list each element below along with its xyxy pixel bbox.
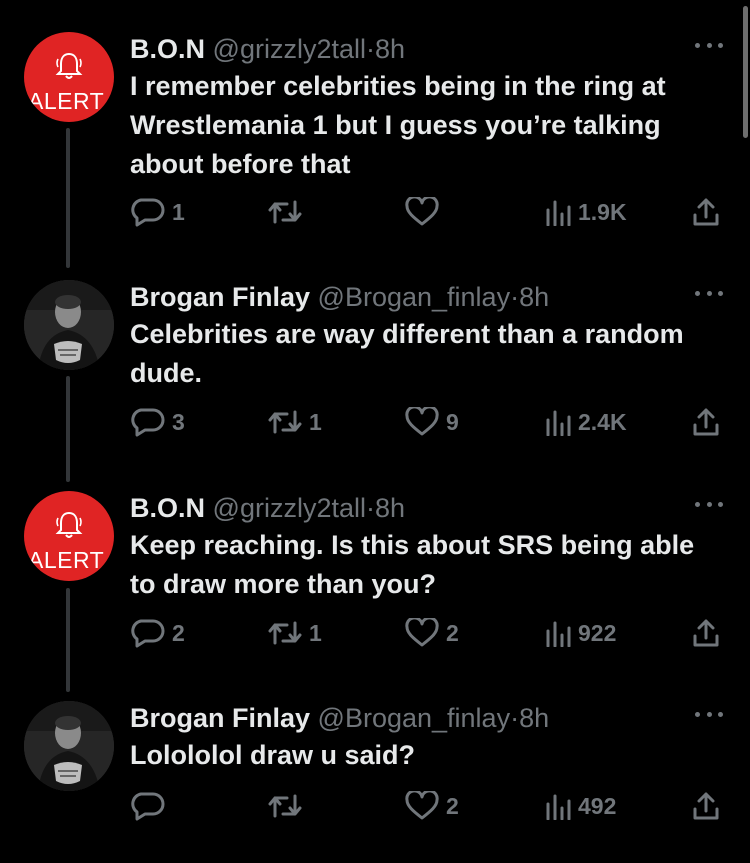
retweet-icon — [268, 794, 302, 818]
reply-button[interactable]: 3 — [131, 404, 185, 440]
share-button[interactable] — [692, 404, 720, 440]
avatar[interactable]: ALERT — [24, 32, 114, 122]
tweet-actions: 2 1 2 922 — [0, 615, 750, 651]
reply-button[interactable]: 1 — [131, 194, 185, 230]
share-icon — [693, 198, 719, 226]
reply-icon — [131, 408, 165, 437]
tweet-header: Brogan Finlay @Brogan_finlay·8h — [130, 701, 549, 735]
display-name[interactable]: B.O.N — [130, 34, 205, 64]
like-button[interactable] — [405, 194, 446, 230]
tweet-text: I remember celebrities being in the ring… — [130, 71, 666, 179]
reply-button[interactable] — [131, 788, 172, 824]
retweet-icon — [268, 621, 302, 645]
timestamp[interactable]: 8h — [519, 282, 549, 312]
tweet[interactable]: ALERT B.O.N @grizzly2tall·8h Keep reachi… — [0, 491, 750, 691]
views-button[interactable]: 922 — [545, 615, 616, 651]
more-icon[interactable] — [695, 709, 723, 719]
retweet-icon — [268, 410, 302, 434]
tweet-actions: 3 1 9 2.4K — [0, 404, 750, 440]
reply-icon — [131, 198, 165, 227]
like-count: 2 — [446, 792, 459, 819]
views-count: 2.4K — [578, 408, 627, 435]
views-icon — [546, 621, 571, 647]
reply-icon — [131, 792, 165, 821]
more-icon[interactable] — [695, 40, 723, 50]
views-button[interactable]: 2.4K — [545, 404, 627, 440]
display-name[interactable]: B.O.N — [130, 493, 205, 523]
tweet[interactable]: Brogan Finlay @Brogan_finlay·8h Celebrit… — [0, 280, 750, 480]
share-button[interactable] — [692, 194, 720, 230]
reply-count: 2 — [172, 619, 185, 646]
avatar-photo — [24, 280, 114, 370]
user-handle[interactable]: @grizzly2tall — [213, 34, 366, 64]
avatar-alert-text: ALERT — [28, 88, 105, 114]
tweet-actions: 2 492 — [0, 788, 750, 824]
retweet-icon — [268, 200, 302, 224]
retweet-button[interactable]: 1 — [268, 615, 322, 651]
reply-button[interactable]: 2 — [131, 615, 185, 651]
avatar-photo — [24, 701, 114, 791]
like-icon — [405, 407, 439, 436]
share-icon — [693, 792, 719, 820]
views-icon — [546, 794, 571, 820]
views-count: 1.9K — [578, 198, 627, 225]
retweet-count: 1 — [309, 619, 322, 646]
share-icon — [693, 619, 719, 647]
user-handle[interactable]: @Brogan_finlay — [318, 703, 511, 733]
share-button[interactable] — [692, 615, 720, 651]
like-icon — [405, 618, 439, 647]
display-name[interactable]: Brogan Finlay — [130, 282, 310, 312]
tweet-header: B.O.N @grizzly2tall·8h — [130, 491, 405, 525]
like-count: 2 — [446, 619, 459, 646]
more-icon[interactable] — [695, 499, 723, 509]
share-icon — [693, 408, 719, 436]
views-icon — [546, 200, 571, 226]
views-count: 492 — [578, 792, 617, 819]
timestamp[interactable]: 8h — [375, 34, 405, 64]
timestamp[interactable]: 8h — [375, 493, 405, 523]
like-button[interactable]: 2 — [405, 788, 459, 824]
tweet-header: B.O.N @grizzly2tall·8h — [130, 32, 405, 66]
tweet[interactable]: ALERT B.O.N @grizzly2tall·8h I remember … — [0, 32, 750, 232]
avatar-alert-text: ALERT — [28, 547, 105, 573]
separator: · — [510, 703, 520, 733]
views-button[interactable]: 492 — [545, 788, 616, 824]
views-icon — [546, 410, 571, 436]
like-button[interactable]: 2 — [405, 615, 459, 651]
views-count: 922 — [578, 619, 617, 646]
avatar[interactable] — [24, 701, 114, 791]
bell-icon — [55, 511, 83, 538]
separator: · — [365, 34, 375, 64]
user-handle[interactable]: @grizzly2tall — [213, 493, 366, 523]
tweet-text: Keep reaching. Is this about SRS being a… — [130, 530, 695, 599]
tweet-text: Celebrities are way different than a ran… — [130, 319, 684, 388]
tweet-header: Brogan Finlay @Brogan_finlay·8h — [130, 280, 549, 314]
reply-icon — [131, 619, 165, 648]
like-icon — [405, 791, 439, 820]
retweet-button[interactable] — [268, 788, 309, 824]
avatar[interactable] — [24, 280, 114, 370]
user-handle[interactable]: @Brogan_finlay — [318, 282, 511, 312]
like-count: 9 — [446, 408, 459, 435]
tweet-text: Lolololol draw u said? — [130, 740, 416, 770]
separator: · — [510, 282, 520, 312]
tweet-actions: 1 1.9K — [0, 194, 750, 230]
bell-icon — [55, 52, 83, 79]
views-button[interactable]: 1.9K — [545, 194, 627, 230]
reply-count: 1 — [172, 198, 185, 225]
retweet-count: 1 — [309, 408, 322, 435]
retweet-button[interactable]: 1 — [268, 404, 322, 440]
display-name[interactable]: Brogan Finlay — [130, 703, 310, 733]
tweet[interactable]: Brogan Finlay @Brogan_finlay·8h Lolololo… — [0, 701, 750, 841]
avatar[interactable]: ALERT — [24, 491, 114, 581]
more-icon[interactable] — [695, 288, 723, 298]
separator: · — [365, 493, 375, 523]
like-icon — [405, 197, 439, 226]
share-button[interactable] — [692, 788, 720, 824]
retweet-button[interactable] — [268, 194, 309, 230]
like-button[interactable]: 9 — [405, 404, 459, 440]
reply-count: 3 — [172, 408, 185, 435]
timestamp[interactable]: 8h — [519, 703, 549, 733]
